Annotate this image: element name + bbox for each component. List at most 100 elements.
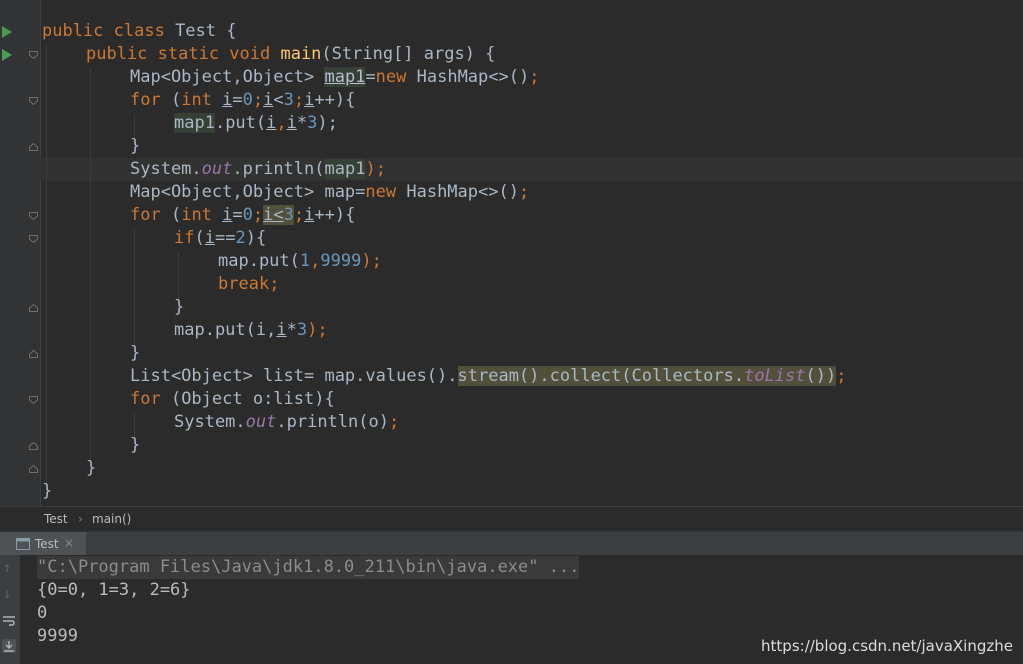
fold-icon[interactable] — [29, 465, 38, 473]
arrow-down-icon[interactable]: ↓ — [3, 586, 11, 602]
token: int — [181, 90, 223, 110]
code-line[interactable]: List<Object> list= map.values().stream()… — [130, 365, 846, 388]
token: * — [296, 113, 308, 133]
code-line[interactable]: public static void main(String[] args) { — [86, 43, 495, 66]
code-line[interactable]: } — [174, 296, 184, 319]
token: ; — [388, 412, 400, 432]
token: ++){ — [314, 205, 356, 225]
code-line[interactable]: map.put(1,9999); — [218, 250, 382, 273]
token: new — [375, 67, 417, 87]
token: System. — [130, 159, 202, 179]
fold-icon[interactable] — [29, 97, 38, 105]
token: i — [304, 205, 315, 225]
console-output-line: 0 — [37, 603, 48, 623]
breadcrumb-class[interactable]: Test — [44, 512, 68, 526]
token: i — [304, 90, 315, 110]
arrow-up-icon[interactable]: ↑ — [3, 560, 11, 576]
scroll-to-end-icon[interactable] — [2, 639, 16, 653]
code-line[interactable]: if(i==2){ — [174, 227, 266, 250]
token: * — [286, 320, 297, 340]
token: 3 — [296, 320, 308, 340]
token: i — [222, 205, 233, 225]
token: Map<Object,Object> map= — [130, 182, 366, 202]
code-line[interactable]: map.put(i,i*3); — [174, 319, 328, 342]
token: 3 — [283, 205, 294, 225]
token: map.put(i, — [174, 320, 277, 340]
console-icon — [16, 538, 30, 550]
token: i — [276, 320, 287, 340]
token: Test { — [175, 21, 237, 41]
token: 3 — [307, 113, 318, 133]
console-output-line: {0=0, 1=3, 2=6} — [37, 580, 191, 600]
breadcrumb-separator: › — [78, 512, 83, 526]
token: main — [280, 44, 322, 64]
code-line[interactable]: for (int i=0;i<3;i++){ — [130, 89, 355, 112]
token: 1 — [299, 251, 311, 271]
token: (Object o:list){ — [170, 389, 335, 409]
soft-wrap-icon[interactable] — [2, 615, 16, 627]
token: i< — [263, 205, 284, 225]
code-line[interactable]: } — [86, 457, 96, 480]
code-line[interactable]: System.out.println(o); — [174, 411, 399, 434]
code-line[interactable]: map1.put(i,i*3); — [174, 112, 338, 135]
run-tool-window-header: Test × — [0, 531, 1023, 556]
fold-icon[interactable] — [29, 212, 38, 220]
fold-icon[interactable] — [29, 235, 38, 243]
token: 0 — [242, 205, 253, 225]
token: ( — [170, 205, 182, 225]
tab-test-run[interactable]: Test × — [0, 532, 86, 556]
fold-icon[interactable] — [29, 304, 38, 312]
token: .println( — [232, 159, 325, 179]
code-line[interactable]: break; — [218, 273, 279, 296]
fold-icon[interactable] — [29, 350, 38, 358]
token: = — [232, 90, 243, 110]
token: ; — [518, 182, 530, 202]
code-line[interactable]: } — [130, 135, 140, 158]
token: .put( — [214, 113, 267, 133]
fold-icon[interactable] — [29, 442, 38, 450]
token: = — [365, 67, 376, 87]
code-line[interactable]: Map<Object,Object> map1=new HashMap<>(); — [130, 66, 539, 89]
token: map.put( — [218, 251, 300, 271]
editor-gutter[interactable] — [0, 0, 41, 506]
token: new — [365, 182, 407, 202]
token: , — [310, 251, 321, 271]
token: Map<Object,Object> — [130, 67, 325, 87]
token: < — [273, 90, 284, 110]
code-editor[interactable]: public class Test { public static void m… — [0, 0, 1023, 506]
fold-icon[interactable] — [29, 51, 38, 59]
console-toolbar: ↑ ↓ — [0, 555, 20, 664]
token: ()) — [805, 366, 837, 386]
breadcrumb: Test › main() — [0, 506, 1023, 531]
code-line[interactable]: } — [130, 434, 140, 457]
run-icon[interactable] — [2, 49, 12, 61]
token: ); — [317, 113, 338, 133]
code-line[interactable]: Map<Object,Object> map=new HashMap<>(); — [130, 181, 529, 204]
token: HashMap<>() — [416, 67, 530, 87]
breadcrumb-method[interactable]: main() — [92, 512, 131, 526]
token: HashMap<>() — [406, 182, 519, 202]
token: i — [204, 228, 215, 248]
token: out — [245, 412, 277, 432]
token: ; — [269, 274, 280, 294]
fold-icon[interactable] — [29, 143, 38, 151]
close-icon[interactable]: × — [64, 536, 74, 550]
token: List<Object> list= map.values(). — [130, 366, 458, 386]
token: i — [266, 113, 277, 133]
code-line[interactable]: for (Object o:list){ — [130, 388, 335, 411]
run-icon[interactable] — [2, 26, 12, 38]
run-console[interactable]: ↑ ↓ "C:\Program Files\Java\jdk1.8.0_211\… — [0, 555, 1023, 664]
code-line[interactable]: } — [42, 480, 52, 503]
indent-guide — [134, 229, 135, 349]
code-line[interactable]: } — [130, 342, 140, 365]
token: i — [286, 113, 297, 133]
fold-icon[interactable] — [29, 396, 38, 404]
code-line[interactable]: public class Test { — [42, 20, 236, 43]
token: .println(o) — [276, 412, 389, 432]
token[interactable]: map1 — [324, 67, 366, 87]
code-line[interactable]: for (int i=0;i<3;i++){ — [130, 204, 355, 227]
token: System. — [174, 412, 246, 432]
token: ; — [293, 205, 305, 225]
tab-label: Test — [35, 537, 59, 551]
code-line[interactable]: System.out.println(map1); — [130, 158, 386, 181]
